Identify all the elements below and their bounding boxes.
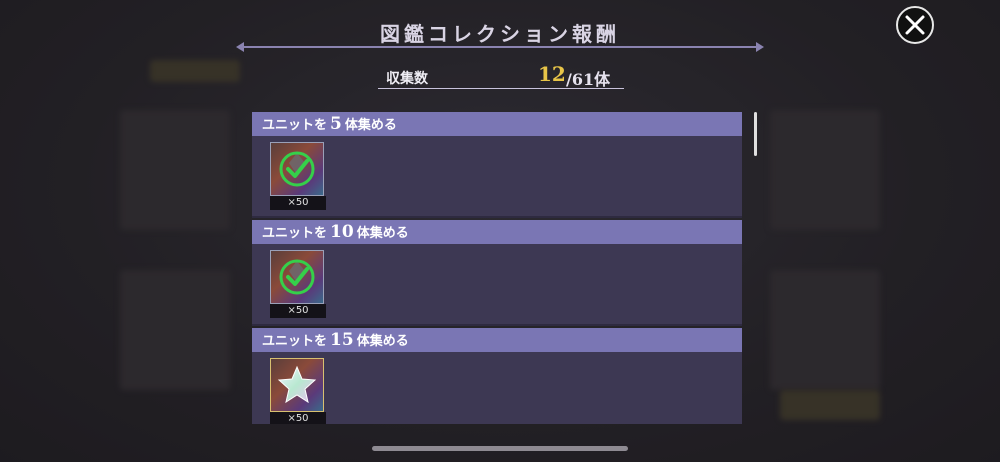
collection-count-current: 12 bbox=[538, 62, 566, 86]
reward-entry: ユニットを 5 体集める ×50 bbox=[252, 112, 742, 220]
star-icon bbox=[277, 365, 317, 404]
home-indicator[interactable] bbox=[372, 446, 628, 451]
collection-count-row: 収集数 12 /61体 bbox=[378, 62, 624, 89]
reward-entry: ユニットを 15 体集める ×50 bbox=[252, 328, 742, 424]
title-divider bbox=[240, 46, 760, 48]
divider-arrow-right bbox=[756, 42, 764, 52]
reward-header: ユニットを 5 体集める bbox=[252, 112, 742, 136]
dialog-title: 図鑑コレクション報酬 bbox=[380, 22, 620, 46]
reward-body: ×50 bbox=[252, 352, 742, 424]
reward-item-quantity: ×50 bbox=[270, 412, 326, 424]
reward-list[interactable]: ユニットを 5 体集める ×50 ユニットを 10 体集める ×50 ユニットを… bbox=[252, 112, 742, 424]
reward-item-quantity: ×50 bbox=[270, 196, 326, 210]
list-scrollbar[interactable] bbox=[754, 112, 757, 156]
reward-item-frame bbox=[270, 358, 324, 412]
reward-suffix: 体集める bbox=[356, 226, 409, 241]
reward-item-frame bbox=[270, 142, 324, 196]
reward-body: ×50 bbox=[252, 244, 742, 326]
reward-item[interactable]: ×50 bbox=[270, 358, 326, 424]
reward-count: 5 bbox=[330, 114, 342, 134]
reward-suffix: 体集める bbox=[344, 118, 397, 133]
reward-prefix: ユニットを bbox=[262, 334, 328, 349]
close-icon bbox=[905, 15, 925, 35]
reward-suffix: 体集める bbox=[356, 334, 409, 349]
reward-entry: ユニットを 10 体集める ×50 bbox=[252, 220, 742, 328]
reward-count: 15 bbox=[330, 330, 354, 350]
reward-prefix: ユニットを bbox=[262, 226, 328, 241]
reward-header: ユニットを 10 体集める bbox=[252, 220, 742, 244]
checkmark-icon bbox=[279, 151, 315, 187]
reward-item[interactable]: ×50 bbox=[270, 250, 326, 318]
reward-prefix: ユニットを bbox=[262, 118, 328, 133]
collection-count-label: 収集数 bbox=[386, 71, 428, 87]
collection-count-total: /61体 bbox=[566, 70, 611, 89]
reward-item-frame bbox=[270, 250, 324, 304]
reward-count: 10 bbox=[330, 222, 354, 242]
checkmark-icon bbox=[279, 259, 315, 295]
divider-arrow-left bbox=[236, 42, 244, 52]
reward-body: ×50 bbox=[252, 136, 742, 218]
close-button[interactable] bbox=[896, 6, 934, 44]
reward-item[interactable]: ×50 bbox=[270, 142, 326, 210]
reward-item-quantity: ×50 bbox=[270, 304, 326, 318]
reward-header: ユニットを 15 体集める bbox=[252, 328, 742, 352]
